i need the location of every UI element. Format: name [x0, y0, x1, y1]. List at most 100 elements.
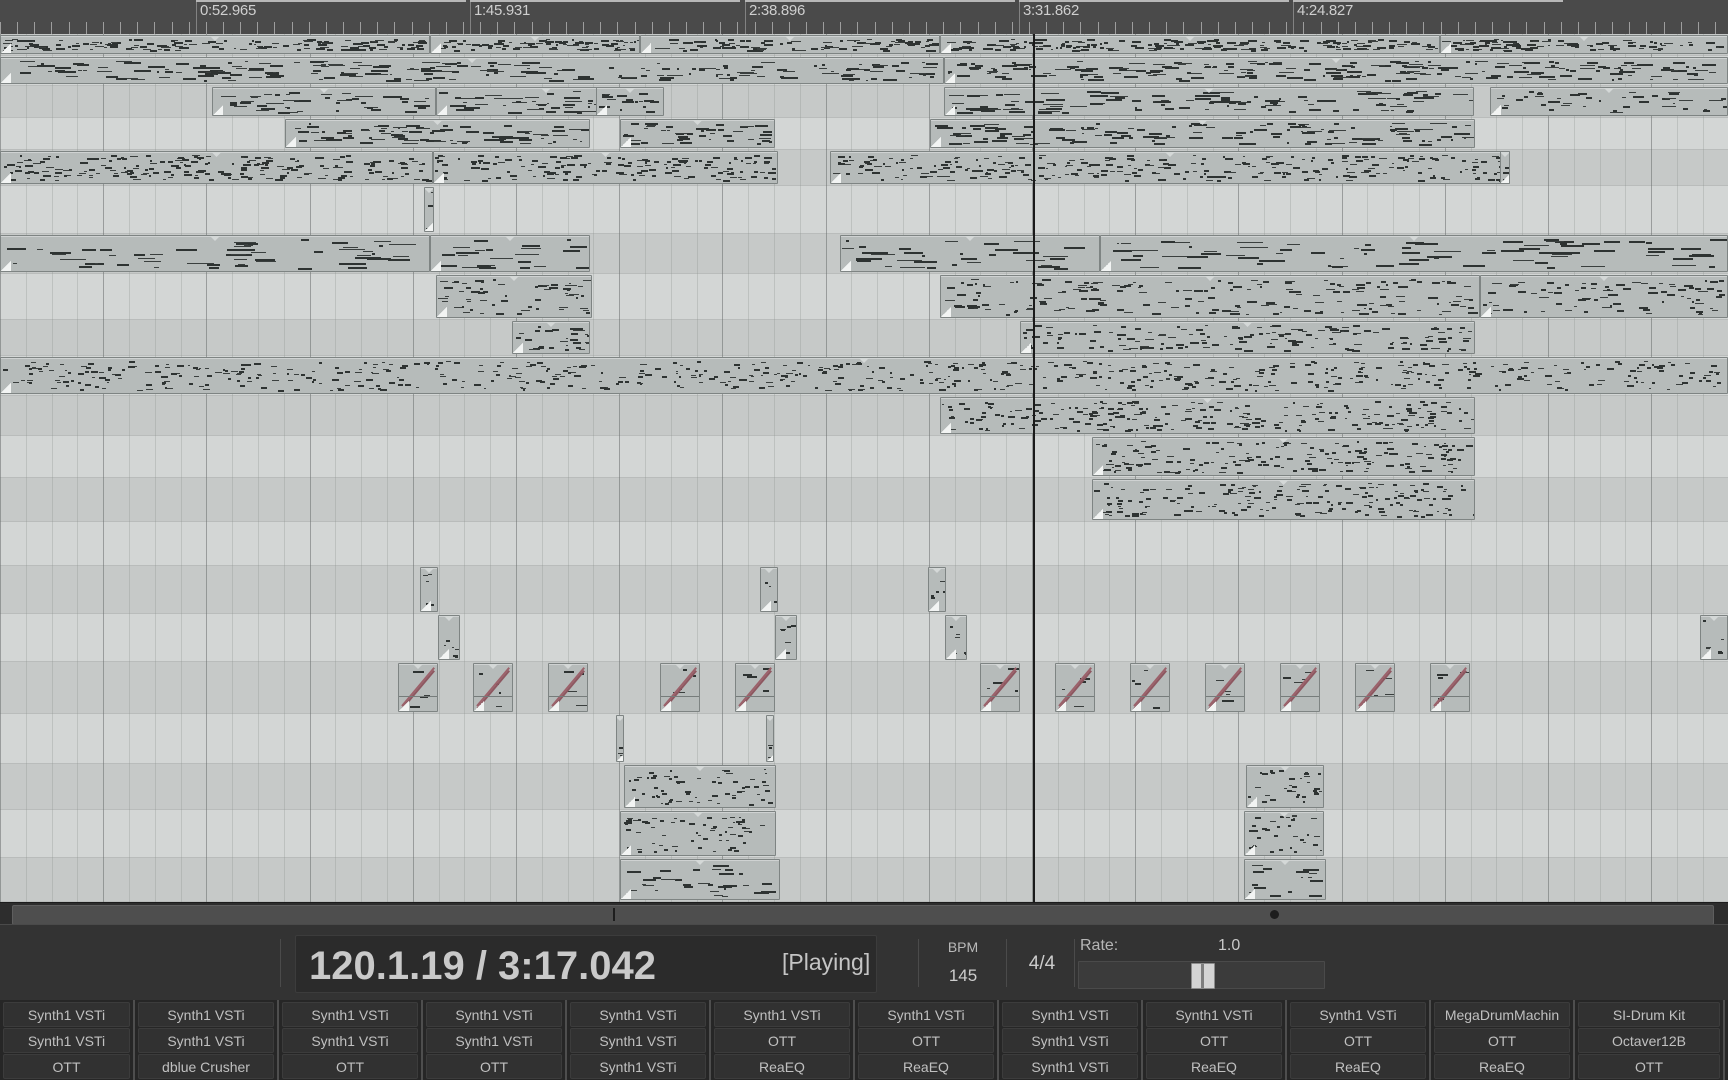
- item-fade-in[interactable]: [1247, 797, 1257, 807]
- item-fade-in[interactable]: [399, 701, 409, 711]
- item-fade-in[interactable]: [621, 889, 631, 899]
- track-fx-panel[interactable]: Synth1 VSTi Synth1 VSTi OTT Synth1 VSTi Synt…: [0, 1000, 1728, 1080]
- playrate-slider-handle[interactable]: [1191, 963, 1215, 989]
- item-fade-in[interactable]: [625, 797, 635, 807]
- track-fx-column[interactable]: Synth1 VSTi OTT ReaEQ: [1287, 1000, 1431, 1080]
- midi-item[interactable]: [620, 119, 775, 148]
- item-fade-in[interactable]: [981, 701, 991, 711]
- item-fade-in[interactable]: [761, 601, 771, 611]
- fx-slot[interactable]: OTT: [1290, 1028, 1426, 1053]
- midi-item[interactable]: [1440, 35, 1728, 54]
- midi-item[interactable]: [980, 663, 1020, 712]
- midi-item[interactable]: [840, 235, 1100, 272]
- midi-item[interactable]: [1092, 479, 1475, 520]
- midi-item[interactable]: [830, 151, 1510, 184]
- item-fade-in[interactable]: [929, 601, 939, 611]
- midi-item[interactable]: [944, 87, 1474, 116]
- bpm-control[interactable]: BPM 145: [928, 939, 998, 989]
- track-lane[interactable]: [0, 186, 1728, 234]
- item-fade-in[interactable]: [1481, 307, 1491, 317]
- fx-slot[interactable]: Synth1 VSTi: [282, 1002, 418, 1027]
- midi-item[interactable]: [940, 397, 1475, 434]
- item-fade-in[interactable]: [1245, 845, 1255, 855]
- midi-item[interactable]: [1244, 811, 1324, 856]
- midi-item[interactable]: [0, 57, 944, 84]
- item-fade-in[interactable]: [841, 261, 851, 271]
- track-fx-column[interactable]: MegaDrumMachin OTT ReaEQ: [1431, 1000, 1575, 1080]
- fx-slot[interactable]: MegaDrumMachin: [1434, 1002, 1570, 1027]
- item-fade-in[interactable]: [213, 105, 223, 115]
- item-fade-in[interactable]: [1, 43, 11, 53]
- item-fade-in[interactable]: [437, 307, 447, 317]
- fx-slot[interactable]: Synth1 VSTi: [1290, 1002, 1426, 1027]
- midi-item[interactable]: [775, 615, 797, 660]
- item-fade-in[interactable]: [1, 383, 11, 393]
- item-fade-in[interactable]: [1, 173, 11, 183]
- item-fade-in[interactable]: [421, 601, 431, 611]
- fx-slot[interactable]: Synth1 VSTi: [426, 1002, 562, 1027]
- playrate-control[interactable]: Rate: 1.0: [1078, 937, 1325, 989]
- playback-position[interactable]: 120.1.19 / 3:17.042: [309, 944, 656, 989]
- item-fade-in[interactable]: [736, 701, 746, 711]
- fx-slot[interactable]: ReaEQ: [714, 1054, 850, 1079]
- item-fade-in[interactable]: [945, 73, 955, 83]
- midi-item[interactable]: [512, 321, 590, 354]
- item-fade-in[interactable]: [434, 173, 444, 183]
- midi-item[interactable]: [430, 35, 640, 54]
- item-fade-in[interactable]: [513, 343, 523, 353]
- scrollbar-resize-dot[interactable]: [1270, 910, 1279, 919]
- midi-item[interactable]: [548, 663, 588, 712]
- track-lane[interactable]: [0, 566, 1728, 614]
- item-fade-in[interactable]: [945, 105, 955, 115]
- fx-slot[interactable]: ReaEQ: [1434, 1054, 1570, 1079]
- fx-slot[interactable]: OTT: [1578, 1054, 1720, 1079]
- midi-item[interactable]: [1130, 663, 1170, 712]
- item-fade-in[interactable]: [931, 137, 941, 147]
- midi-item[interactable]: [436, 275, 592, 318]
- item-fade-in[interactable]: [1281, 701, 1291, 711]
- time-ruler[interactable]: 0:52.965 1:45.931 2:38.896 3:31.862 4:24.827: [0, 0, 1728, 34]
- fx-slot[interactable]: SI-Drum Kit: [1578, 1002, 1720, 1027]
- fx-slot[interactable]: OTT: [714, 1028, 850, 1053]
- item-fade-in[interactable]: [661, 701, 671, 711]
- fx-slot[interactable]: OTT: [282, 1054, 418, 1079]
- midi-item[interactable]: [945, 615, 967, 660]
- fx-slot[interactable]: ReaEQ: [1290, 1054, 1426, 1079]
- midi-item[interactable]: [1205, 663, 1245, 712]
- item-fade-in[interactable]: [941, 43, 951, 53]
- scrollbar-thumb[interactable]: [12, 905, 1714, 925]
- item-fade-in[interactable]: [549, 701, 559, 711]
- arrange-view[interactable]: [0, 34, 1728, 902]
- item-fade-in[interactable]: [1, 73, 11, 83]
- item-fade-in[interactable]: [621, 137, 631, 147]
- horizontal-scrollbar[interactable]: [0, 902, 1728, 926]
- midi-item[interactable]: [1055, 663, 1095, 712]
- fx-slot[interactable]: ReaEQ: [858, 1054, 994, 1079]
- item-fade-in[interactable]: [1101, 261, 1111, 271]
- midi-item[interactable]: [1092, 437, 1475, 476]
- track-fx-column[interactable]: Synth1 VSTi OTT ReaEQ: [855, 1000, 999, 1080]
- midi-item[interactable]: [616, 715, 624, 762]
- midi-item[interactable]: [660, 663, 700, 712]
- track-fx-column[interactable]: Synth1 VSTi OTT ReaEQ: [1143, 1000, 1287, 1080]
- fx-slot[interactable]: Synth1 VSTi: [138, 1028, 274, 1053]
- midi-item[interactable]: [1500, 151, 1510, 184]
- item-fade-in[interactable]: [1131, 701, 1141, 711]
- fx-slot[interactable]: Synth1 VSTi: [714, 1002, 850, 1027]
- item-fade-in[interactable]: [1701, 649, 1711, 659]
- fx-slot[interactable]: Synth1 VSTi: [1002, 1054, 1138, 1079]
- bpm-value[interactable]: 145: [928, 966, 998, 986]
- play-cursor[interactable]: [1033, 34, 1035, 902]
- track-fx-column[interactable]: Synth1 VSTi OTT ReaEQ: [711, 1000, 855, 1080]
- item-fade-in[interactable]: [767, 751, 773, 761]
- midi-item[interactable]: [620, 811, 776, 856]
- midi-item[interactable]: [928, 567, 946, 612]
- item-fade-in[interactable]: [1093, 509, 1103, 519]
- item-fade-in[interactable]: [1431, 701, 1441, 711]
- fx-slot[interactable]: Synth1 VSTi: [426, 1028, 562, 1053]
- item-fade-in[interactable]: [617, 751, 623, 761]
- midi-item[interactable]: [930, 119, 1475, 148]
- item-fade-in[interactable]: [621, 845, 631, 855]
- midi-item[interactable]: [940, 35, 1440, 54]
- fx-slot[interactable]: Synth1 VSTi: [3, 1002, 130, 1027]
